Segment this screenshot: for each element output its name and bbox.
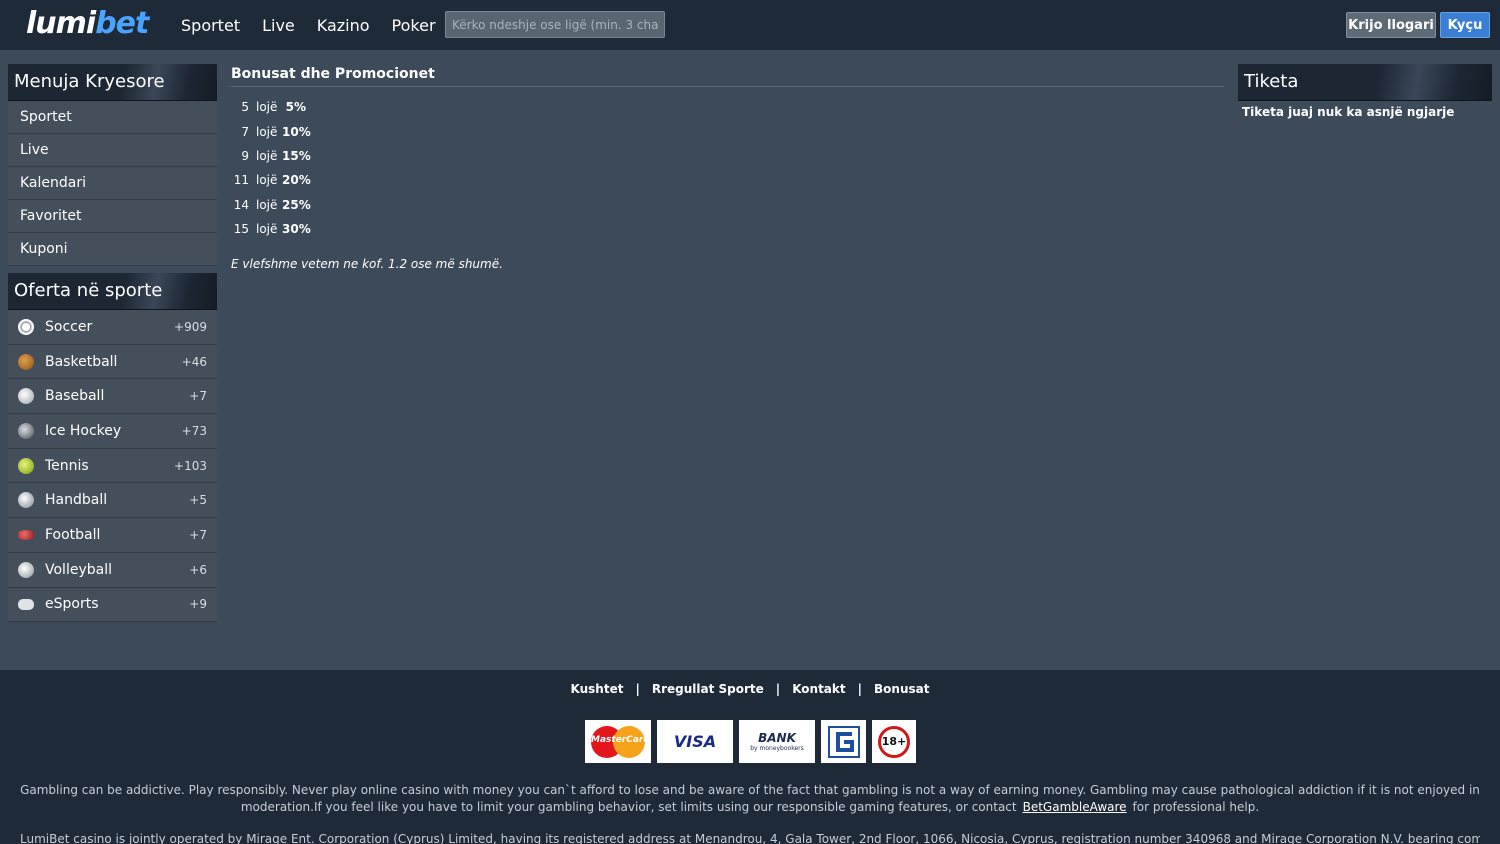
nav-sportet[interactable]: Sportet [181, 16, 240, 35]
football-icon [18, 529, 34, 540]
main-menu-title: Menuja Kryesore [8, 64, 217, 101]
gambling-disclaimer: Gambling can be addictive. Play responsi… [20, 783, 1480, 814]
menu-item-kuponi[interactable]: Kuponi [8, 233, 217, 266]
sport-count: +103 [174, 458, 207, 473]
bonus-row: 7 lojë 10% [241, 124, 311, 139]
nav-poker[interactable]: Poker [392, 16, 436, 35]
ticket-title: Tiketa [1238, 64, 1492, 101]
sport-count: +7 [189, 389, 207, 404]
sport-item-football[interactable]: Football +7 [8, 518, 217, 553]
menu-item-sportet[interactable]: Sportet [8, 101, 217, 134]
lumibet-logo[interactable]: lumibet [26, 6, 149, 42]
main-nav: Sportet Live Kazino Poker [170, 0, 447, 50]
sport-item-tennis[interactable]: Tennis +103 [8, 448, 217, 484]
gaming-authority-logo [821, 720, 866, 763]
sport-item-soccer[interactable]: Soccer +909 [8, 310, 217, 345]
visa-logo: VISA [657, 720, 733, 763]
bonus-row: 11 lojë 20% [233, 173, 311, 188]
nav-live[interactable]: Live [262, 16, 295, 35]
sport-count: +73 [181, 423, 207, 438]
sport-item-handball[interactable]: Handball +5 [8, 483, 217, 519]
sport-item-basketball[interactable]: Basketball +46 [8, 344, 217, 380]
sport-item-baseball[interactable]: Baseball +7 [8, 379, 217, 415]
register-button[interactable]: Krijo llogari [1346, 12, 1436, 38]
tennis-icon [18, 457, 34, 474]
bonus-row: 14 lojë 25% [233, 197, 311, 212]
legal-text: LumiBet casino is jointly operated by Mi… [20, 832, 1480, 844]
soccer-icon [18, 318, 34, 335]
menu-item-favoritet[interactable]: Favoritet [8, 200, 217, 233]
esports-icon [18, 598, 34, 610]
basketball-icon [18, 353, 34, 370]
footer-link-bonusat[interactable]: Bonusat [874, 682, 929, 696]
sport-item-esports[interactable]: eSports +9 [8, 587, 217, 623]
page-title: Bonusat dhe Promocionet [231, 66, 1224, 87]
handball-icon [18, 492, 34, 509]
betgambleaware-link[interactable]: BetGambleAware [1023, 800, 1127, 814]
sport-count: +5 [189, 493, 207, 508]
footer: Kushtet | Rregullat Sporte | Kontakt | Bonusat… [0, 670, 1500, 844]
sports-offer-title: Oferta në sporte [8, 273, 217, 310]
bonus-row: 5 lojë 5% [241, 100, 306, 115]
footer-links: Kushtet | Rregullat Sporte | Kontakt | Bonusat [570, 682, 930, 696]
sport-item-ice-hockey[interactable]: Ice Hockey +73 [8, 414, 217, 449]
nav-kazino[interactable]: Kazino [317, 16, 370, 35]
sport-item-volleyball[interactable]: Volleyball +6 [8, 552, 217, 588]
sport-count: +7 [189, 527, 207, 542]
sport-count: +909 [174, 319, 207, 334]
search-input[interactable] [445, 11, 665, 38]
bonus-row: 9 lojë 15% [241, 148, 311, 163]
footer-link-kontakt[interactable]: Kontakt [792, 682, 845, 696]
sport-count: +9 [189, 597, 207, 612]
bonus-note: E vlefshme vetem ne kof. 1.2 ose më shum… [231, 257, 503, 272]
mastercard-logo: MasterCard [585, 720, 651, 763]
login-button[interactable]: Kyçu [1440, 12, 1490, 38]
sport-count: +46 [181, 354, 207, 369]
sports-list: Soccer +909 Basketball +46 Baseball +7 I… [8, 310, 217, 623]
menu-item-kalendari[interactable]: Kalendari [8, 167, 217, 200]
menu-item-live[interactable]: Live [8, 134, 217, 167]
baseball-icon [18, 388, 34, 405]
bonus-content: Bonusat dhe Promocionet 5 lojë 5% 7 lojë 10%… [231, 66, 1224, 271]
footer-link-rregullat[interactable]: Rregullat Sporte [652, 682, 764, 696]
payment-logos: MasterCard VISA BANK by moneybookers 18+ [585, 720, 922, 763]
age-restriction-icon: 18+ [872, 720, 916, 763]
bonus-row: 15 lojë 30% [233, 222, 311, 237]
bank-logo: BANK by moneybookers [739, 720, 815, 763]
ice-hockey-icon [18, 422, 34, 439]
main-menu: Sportet Live Kalendari Favoritet Kuponi [8, 101, 217, 266]
top-header: lumibet Sportet Live Kazino Poker Krijo … [0, 0, 1500, 50]
ticket-empty-message: Tiketa juaj nuk ka asnjë ngjarje [1242, 105, 1455, 119]
footer-link-kushtet[interactable]: Kushtet [571, 682, 624, 696]
volleyball-icon [18, 561, 34, 578]
sport-count: +6 [189, 562, 207, 577]
